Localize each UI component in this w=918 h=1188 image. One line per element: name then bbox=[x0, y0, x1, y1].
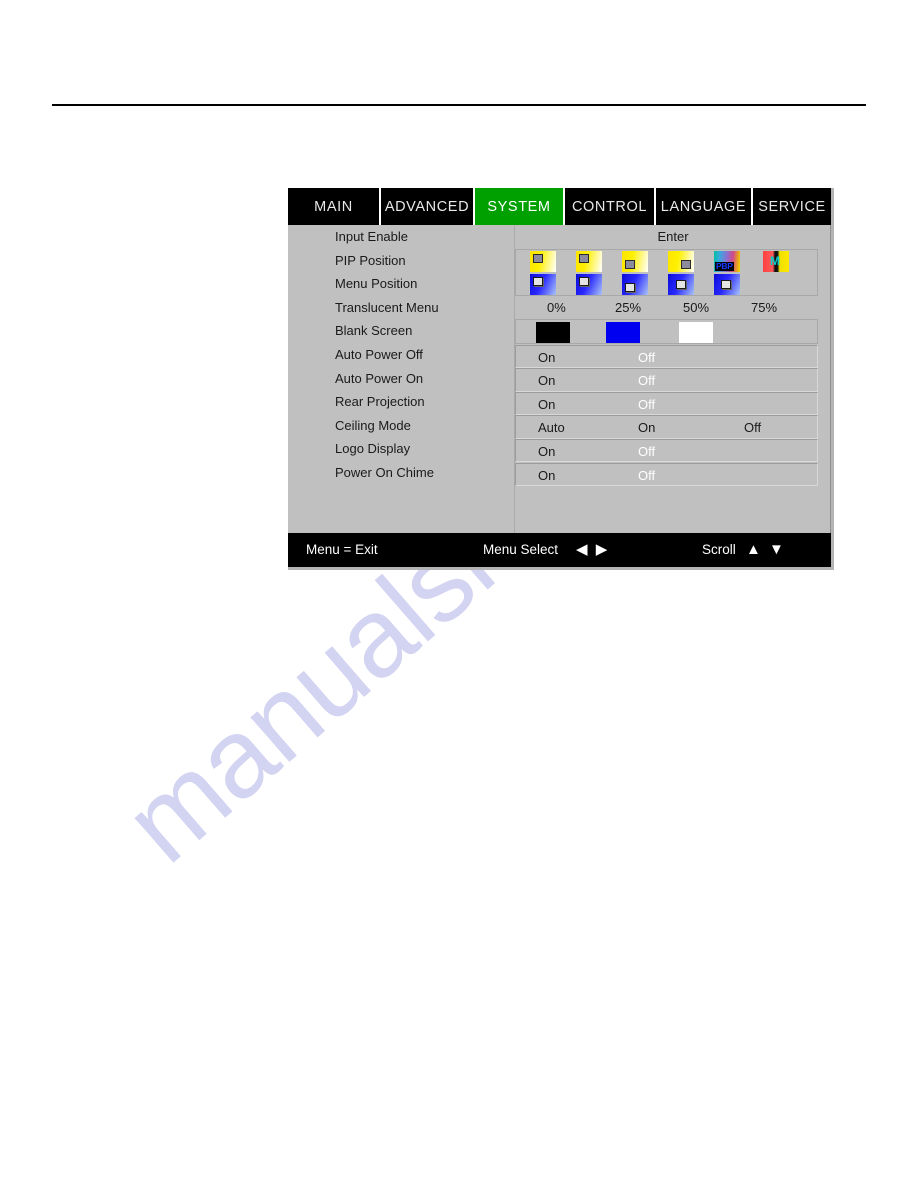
pip-main-window bbox=[576, 250, 602, 272]
auto-power-off-option-off[interactable]: Off bbox=[638, 347, 655, 368]
auto-power-on-option-off[interactable]: Off bbox=[638, 370, 655, 391]
pip-bottom-right-icon[interactable] bbox=[622, 250, 648, 295]
tab-label: ADVANCED bbox=[384, 198, 470, 215]
pip-alt-window bbox=[576, 273, 602, 295]
pip-top-left-2-icon[interactable] bbox=[576, 250, 602, 295]
osd-system-menu-panel: MAIN ADVANCED SYSTEM CONTROL LANGUAGE SERVICE… bbox=[288, 188, 834, 570]
osd-body: Input Enable PIP Position Menu Position Tra… bbox=[288, 225, 831, 533]
translucent-option-75pct[interactable]: 75% bbox=[751, 297, 777, 318]
tab-label: MAIN bbox=[314, 198, 353, 215]
pip-alt-window bbox=[668, 273, 694, 295]
status-scroll-label: Scroll bbox=[702, 542, 736, 557]
auto-power-off-options: On Off bbox=[515, 344, 818, 369]
tab-label: CONTROL bbox=[571, 198, 648, 215]
menu-item-auto-power-off[interactable]: Auto Power Off bbox=[288, 343, 514, 367]
osd-tab-bar: MAIN ADVANCED SYSTEM CONTROL LANGUAGE SERVICE bbox=[288, 188, 831, 225]
status-exit-hint: Menu = Exit bbox=[306, 542, 378, 557]
tab-label: LANGUAGE bbox=[660, 198, 747, 215]
pip-sub-window bbox=[721, 279, 731, 289]
tab-service[interactable]: SERVICE bbox=[753, 188, 831, 225]
osd-status-bar: Menu = Exit Menu Select ◀ ▶ Scroll ▲ ▼ bbox=[288, 533, 831, 567]
menu-item-translucent-menu[interactable]: Translucent Menu bbox=[288, 296, 514, 320]
pip-pbp-icon[interactable]: PBP bbox=[714, 250, 740, 295]
translucent-option-50pct[interactable]: 50% bbox=[683, 297, 709, 318]
pip-sub-window bbox=[625, 259, 635, 269]
auto-power-on-option-on[interactable]: On bbox=[538, 370, 555, 391]
menu-item-rear-projection[interactable]: Rear Projection bbox=[288, 390, 514, 414]
tab-advanced[interactable]: ADVANCED bbox=[381, 188, 475, 225]
tab-label: SYSTEM bbox=[487, 198, 551, 215]
pip-sub-window bbox=[579, 253, 589, 263]
multi-preview: M bbox=[763, 250, 789, 272]
pip-main-window bbox=[622, 250, 648, 272]
pip-main-window bbox=[530, 250, 556, 272]
menu-item-power-on-chime[interactable]: Power On Chime bbox=[288, 461, 514, 485]
menu-item-input-enable[interactable]: Input Enable bbox=[288, 225, 514, 249]
menu-item-blank-screen[interactable]: Blank Screen bbox=[288, 319, 514, 343]
tab-main[interactable]: MAIN bbox=[288, 188, 381, 225]
status-menu-select-label: Menu Select bbox=[483, 542, 559, 557]
pip-sub-window bbox=[681, 259, 691, 269]
menu-item-pip-position[interactable]: PIP Position bbox=[288, 249, 514, 273]
rear-projection-option-on[interactable]: On bbox=[538, 394, 555, 415]
ceiling-mode-option-auto[interactable]: Auto bbox=[538, 417, 565, 438]
page-watermark: manualshive.com bbox=[0, 0, 918, 1188]
pip-position-icon-band: PBP M bbox=[515, 248, 818, 296]
pip-sub-window bbox=[676, 279, 686, 289]
menu-item-auto-power-on[interactable]: Auto Power On bbox=[288, 367, 514, 391]
pip-sub-window bbox=[533, 276, 543, 286]
white-swatch[interactable] bbox=[679, 322, 713, 344]
pbp-label: PBP bbox=[715, 260, 734, 271]
ceiling-mode-option-off[interactable]: Off bbox=[744, 417, 761, 438]
page-header-rule bbox=[52, 104, 866, 106]
auto-power-off-option-on[interactable]: On bbox=[538, 347, 555, 368]
pip-sub-window bbox=[625, 282, 635, 292]
power-on-chime-option-on[interactable]: On bbox=[538, 465, 555, 486]
logo-display-options: On Off bbox=[515, 438, 818, 463]
pbp-preview: PBP bbox=[714, 250, 740, 272]
ceiling-mode-option-on[interactable]: On bbox=[638, 417, 655, 438]
pip-top-left-icon[interactable] bbox=[530, 250, 556, 295]
tab-system[interactable]: SYSTEM bbox=[475, 188, 565, 225]
tab-control[interactable]: CONTROL bbox=[565, 188, 656, 225]
rear-projection-option-off[interactable]: Off bbox=[638, 394, 655, 415]
osd-menu-label-column: Input Enable PIP Position Menu Position Tra… bbox=[288, 225, 515, 533]
tab-language[interactable]: LANGUAGE bbox=[656, 188, 753, 225]
blue-swatch[interactable] bbox=[606, 322, 640, 344]
osd-menu-value-column: Enter PBP M 0% 25% 50% 75% On Off On Off On Off Au… bbox=[515, 225, 831, 533]
black-swatch[interactable] bbox=[536, 322, 570, 344]
input-enable-value[interactable]: Enter bbox=[515, 225, 831, 249]
translucent-option-0pct[interactable]: 0% bbox=[547, 297, 566, 318]
menu-item-ceiling-mode[interactable]: Ceiling Mode bbox=[288, 414, 514, 438]
translucent-option-25pct[interactable]: 25% bbox=[615, 297, 641, 318]
auto-power-on-options: On Off bbox=[515, 368, 818, 392]
power-on-chime-options: On Off bbox=[515, 462, 818, 487]
menu-item-menu-position[interactable]: Menu Position bbox=[288, 272, 514, 296]
menu-select-arrows-icon[interactable]: ◀ ▶ bbox=[576, 541, 609, 559]
logo-display-option-off[interactable]: Off bbox=[638, 441, 655, 462]
rear-projection-options: On Off bbox=[515, 391, 818, 416]
pip-main-window bbox=[668, 250, 694, 272]
power-on-chime-option-off[interactable]: Off bbox=[638, 465, 655, 486]
blank-screen-swatches bbox=[515, 319, 818, 345]
pip-multi-icon[interactable]: M bbox=[763, 250, 789, 272]
pip-alt-window bbox=[622, 273, 648, 295]
scroll-arrows-icon[interactable]: ▲ ▼ bbox=[746, 541, 786, 559]
pip-bottom-mid-icon[interactable] bbox=[668, 250, 694, 295]
menu-item-logo-display[interactable]: Logo Display bbox=[288, 437, 514, 461]
pip-alt-window bbox=[714, 273, 740, 295]
tab-label: SERVICE bbox=[758, 198, 826, 215]
pip-sub-window bbox=[579, 276, 589, 286]
logo-display-option-on[interactable]: On bbox=[538, 441, 555, 462]
pip-alt-window bbox=[530, 273, 556, 295]
translucent-menu-options: 0% 25% 50% 75% bbox=[515, 296, 818, 320]
multi-label: M bbox=[770, 253, 780, 268]
ceiling-mode-options: Auto On Off bbox=[515, 415, 818, 439]
pip-sub-window bbox=[533, 253, 543, 263]
